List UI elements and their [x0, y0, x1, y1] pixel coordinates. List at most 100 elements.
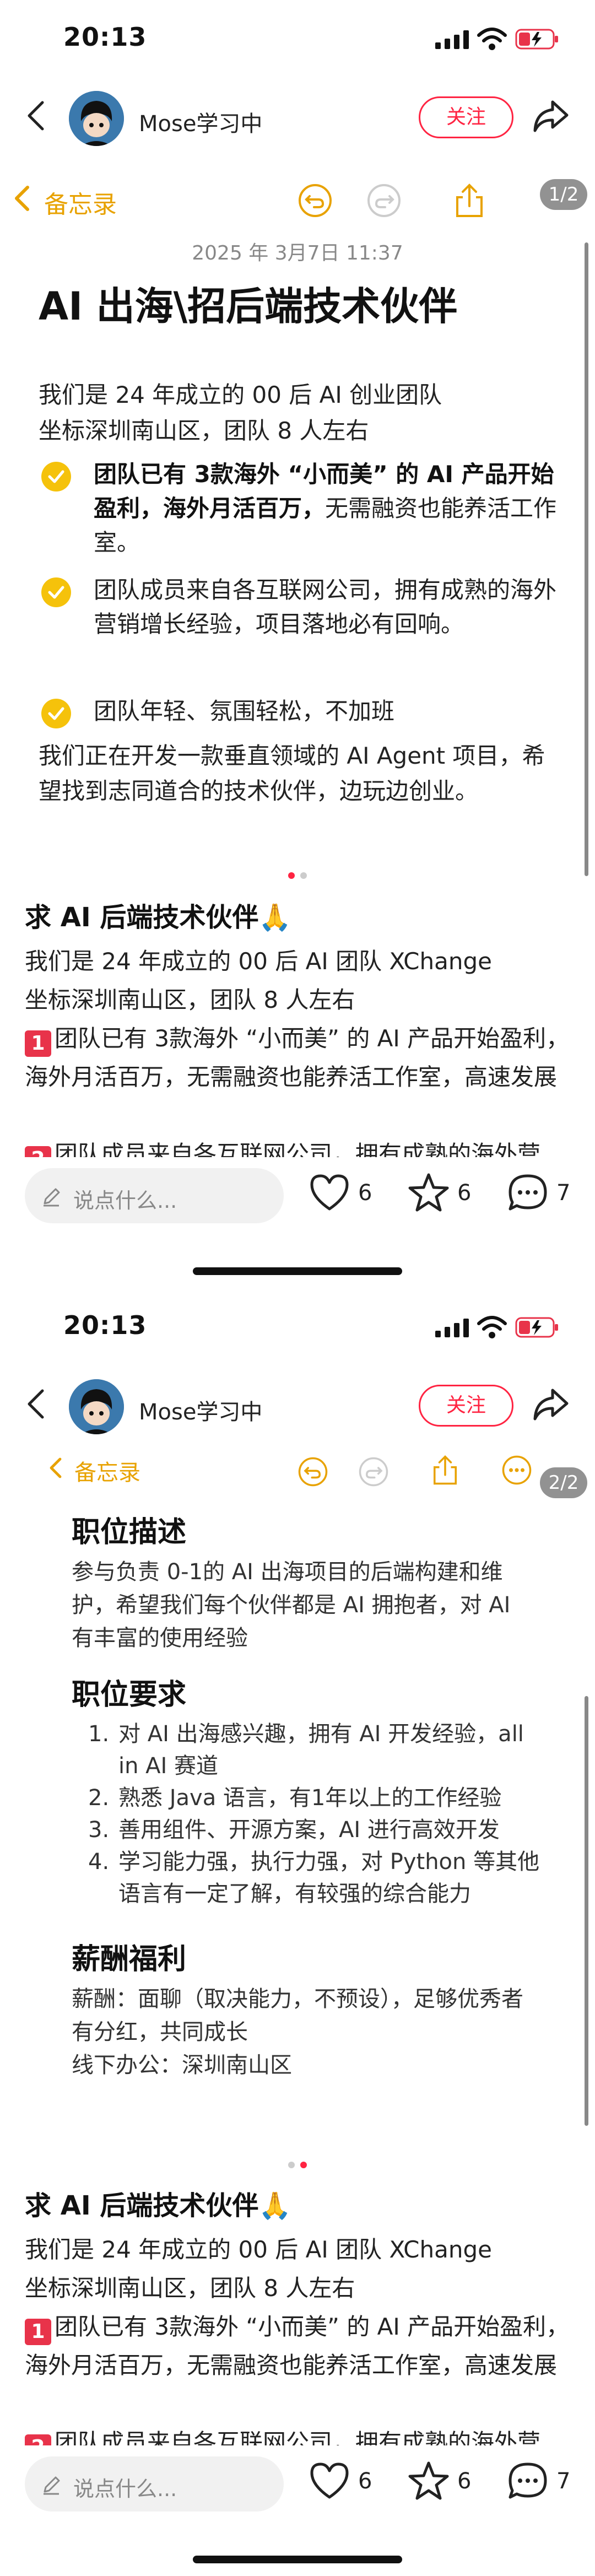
- status-time: 20:13: [63, 1310, 147, 1340]
- page-indicator: 1/2: [540, 179, 587, 210]
- checkmark-icon: [41, 577, 71, 607]
- comment-input[interactable]: 说点什么...: [25, 1168, 284, 1223]
- post-line: 坐标深圳南山区，团队 8 人左右: [25, 2275, 355, 2302]
- back-icon[interactable]: [25, 99, 47, 132]
- back-icon[interactable]: [25, 1387, 47, 1421]
- note-outro: 我们正在开发一款垂直领域的 AI Agent 项目，希望找到志同道合的技术伙伴，…: [39, 742, 545, 804]
- scroll-indicator: [585, 1696, 588, 2126]
- requirement-item: 3. 善用组件、开源方案，AI 进行高效开发: [88, 1817, 500, 1843]
- number-badge: 2: [25, 2434, 51, 2445]
- redo-icon: [359, 1457, 388, 1487]
- post-line: 我们是 24 年成立的 00 后 AI 团队 XChange: [25, 2236, 492, 2263]
- benefit-line: 薪酬：面聊（取决能力，不预设），足够优秀者有分红，共同成长: [72, 1986, 523, 2045]
- nav-bar: Mose学习中 关注: [0, 83, 595, 154]
- number-badge: 1: [25, 2319, 51, 2345]
- comment-input[interactable]: 说点什么...: [25, 2456, 284, 2512]
- requirement-item: 1. 对 AI 出海感兴趣，拥有 AI 开发经验，all in AI 赛道: [88, 1721, 524, 1779]
- requirement-item: 2. 熟悉 Java 语言，有1年以上的工作经验: [88, 1785, 502, 1811]
- post-point-1: 1 团队已有 3款海外 “小而美” 的 AI 产品开始盈利，海外月活百万，无需融资…: [25, 1025, 570, 1090]
- scroll-indicator: [585, 242, 588, 876]
- note-date: 2025 年 3月7日 11:37: [192, 242, 403, 264]
- benefit-line: 线下办公：深圳南山区: [72, 2053, 292, 2078]
- heart-icon: [310, 1174, 349, 1211]
- comment-placeholder: 说点什么...: [73, 1189, 177, 1213]
- star-icon: [408, 1173, 449, 1212]
- post-point-1: 1 团队已有 3款海外 “小而美” 的 AI 产品开始盈利，海外月活百万，无需融资…: [25, 2313, 570, 2379]
- comment-icon: [509, 1174, 547, 1211]
- comment-count: 7: [556, 2469, 571, 2494]
- post-line: 我们是 24 年成立的 00 后 AI 团队 XChange: [25, 948, 492, 975]
- notes-share-icon: [434, 1455, 457, 1485]
- status-bar: 20:13: [0, 0, 595, 77]
- wifi-icon: [477, 28, 507, 50]
- author-name[interactable]: Mose学习中: [139, 106, 262, 138]
- undo-icon: [298, 1457, 328, 1487]
- check-text: 团队已有 3款海外 “小而美” 的 AI 产品开始盈利，海外月活百万，无需融资也…: [94, 461, 557, 556]
- comment-count: 7: [556, 1180, 571, 1206]
- notes-toolbar: 备忘录 2/2: [0, 1443, 595, 1498]
- avatar-character-icon: [69, 1379, 124, 1434]
- check-item: 团队成员来自各互联网公司，拥有成熟的海外营销增长经验，项目落地必有回响。: [41, 573, 565, 678]
- check-text: 团队成员来自各互联网公司，拥有成熟的海外营销增长经验，项目落地必有回响。: [94, 576, 557, 638]
- author-name[interactable]: Mose学习中: [139, 1394, 262, 1426]
- status-time: 20:13: [63, 22, 147, 52]
- avatar[interactable]: [69, 1379, 124, 1434]
- home-indicator: [193, 1267, 402, 1275]
- post-point-2-partial: 2团队成员来自各互联网公司，拥有成熟的海外营: [25, 1135, 576, 1157]
- comment-placeholder: 说点什么...: [73, 2477, 177, 2501]
- check-text: 团队年轻、氛围轻松，不加班: [94, 698, 395, 725]
- note-title: AI 出海\招后端技术伙伴: [39, 284, 458, 329]
- pencil-icon: [44, 1188, 60, 1207]
- page-indicator: 2/2: [540, 1467, 587, 1498]
- status-bar: 20:13: [0, 1288, 595, 1365]
- share-icon[interactable]: [532, 1385, 570, 1423]
- home-indicator: [193, 2556, 402, 2563]
- avatar[interactable]: [69, 91, 124, 146]
- avatar-character-icon: [69, 91, 124, 146]
- note-intro-line: 坐标深圳南山区，团队 8 人左右: [39, 417, 369, 444]
- carousel-dot: [300, 872, 307, 879]
- carousel-dots: [0, 2160, 595, 2168]
- note-intro-line: 我们是 24 年成立的 00 后 AI 创业团队: [39, 381, 442, 408]
- undo-icon: [299, 184, 332, 217]
- notes-back-label: 备忘录: [44, 191, 117, 219]
- post-line: 坐标深圳南山区，团队 8 人左右: [25, 986, 355, 1013]
- post-image[interactable]: 备忘录 2/2 职位描述 参与负责 0-1的 AI 出海项目的后端构建和维护，希…: [0, 1443, 595, 2159]
- pencil-icon: [44, 2476, 60, 2495]
- heart-icon: [310, 2462, 349, 2499]
- follow-button[interactable]: 关注: [419, 96, 513, 138]
- battery-icon: [515, 1317, 558, 1338]
- check-item: 团队已有 3款海外 “小而美” 的 AI 产品开始盈利，海外月活百万，无需融资也…: [41, 457, 565, 562]
- screenshot-page-1: 20:13 Mose学习中 关注 备忘录 1/2 2025 年 3月7日 11:…: [0, 0, 595, 1288]
- signal-icon: [435, 1319, 469, 1337]
- carousel-dots: [0, 871, 595, 879]
- follow-button[interactable]: 关注: [419, 1385, 513, 1427]
- post-image[interactable]: 备忘录 1/2 2025 年 3月7日 11:37 AI 出海\招后端技术伙伴 …: [0, 165, 595, 882]
- notes-back-icon: [15, 186, 29, 211]
- carousel-dot-active: [288, 872, 295, 879]
- post-title: 求 AI 后端技术伙伴🙏: [25, 902, 292, 933]
- notes-back-icon: [50, 1457, 62, 1478]
- checkmark-icon: [41, 462, 71, 492]
- post-point-2-partial: 2团队成员来自各互联网公司，拥有成熟的海外营: [25, 2423, 576, 2445]
- redo-icon: [367, 184, 401, 217]
- wifi-icon: [477, 1316, 507, 1338]
- check-item: 团队年轻、氛围轻松，不加班: [41, 694, 565, 733]
- requirements-heading: 职位要求: [72, 1678, 187, 1711]
- post-title: 求 AI 后端技术伙伴🙏: [25, 2190, 292, 2221]
- like-count: 6: [358, 2469, 372, 2494]
- job-desc-text: 参与负责 0-1的 AI 出海项目的后端构建和维护，希望我们每个伙伴都是 AI …: [72, 1559, 511, 1651]
- star-icon: [408, 2461, 449, 2500]
- battery-icon: [515, 29, 558, 50]
- notes-toolbar: 备忘录 1/2: [0, 165, 595, 231]
- more-icon: [502, 1455, 532, 1485]
- notes-share-icon: [456, 183, 483, 217]
- number-badge: 1: [25, 1030, 51, 1057]
- comment-icon: [509, 2462, 547, 2499]
- share-icon[interactable]: [532, 96, 570, 135]
- nav-bar: Mose学习中 关注: [0, 1371, 595, 1443]
- carousel-dot: [288, 2162, 295, 2168]
- bottom-bar: 说点什么... 6 6 7: [0, 1157, 595, 1234]
- signal-icon: [435, 30, 469, 49]
- job-desc-heading: 职位描述: [72, 1516, 187, 1549]
